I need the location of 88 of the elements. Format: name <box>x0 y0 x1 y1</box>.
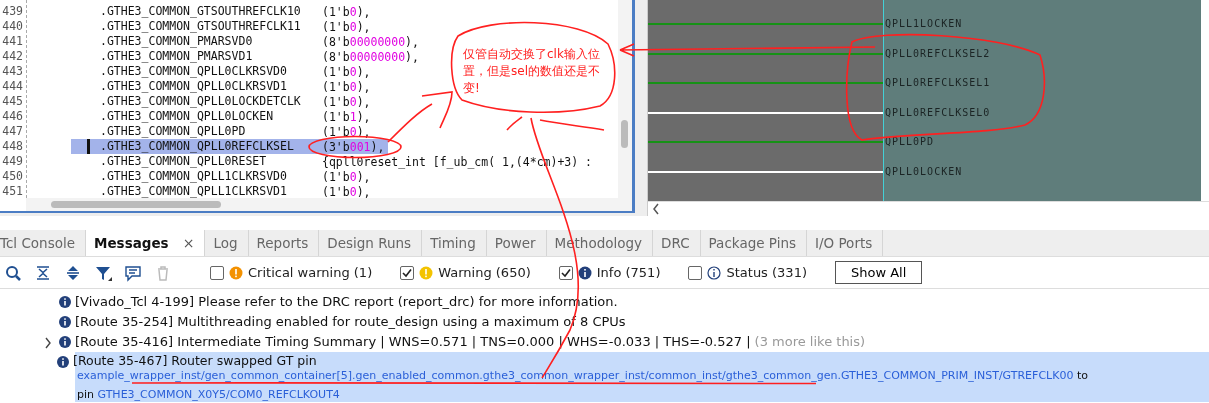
code-text: (1'b1), <box>322 110 371 123</box>
tab[interactable]: Messages × <box>86 230 206 256</box>
annotation-note: 仅管自动交换了clk输入位置，但是sel的数值还是不变! <box>463 46 601 97</box>
message-text: to <box>1076 369 1088 382</box>
line-number: 447 <box>1 124 24 139</box>
link[interactable]: GTHE3_COMMON_X0Y5/COM0_REFCLKOUT4 <box>97 388 340 401</box>
code-text: .GTHE3_COMMON_GTSOUTHREFCLK10 <box>99 4 302 19</box>
tab[interactable]: Reports <box>248 230 320 256</box>
show-all-button[interactable]: Show All <box>835 261 923 284</box>
message-text: (3 more like this) <box>754 334 866 349</box>
scrollbar[interactable] <box>1201 0 1209 201</box>
code-text: .GTHE3_COMMON_QPLL0PD <box>99 124 247 139</box>
line-number: 442 <box>1 49 24 64</box>
line-number: 446 <box>1 109 24 124</box>
code-text: (1'b0), <box>322 185 371 198</box>
code-text: (1'b0), <box>322 95 371 108</box>
checkbox[interactable] <box>400 265 415 280</box>
annotation-stroke <box>387 91 453 143</box>
expand-caret-icon[interactable] <box>44 337 52 349</box>
tab[interactable]: Package Pins <box>700 230 807 256</box>
filter-label: Status (331) <box>726 265 807 280</box>
tab[interactable]: I/O Ports <box>807 230 884 256</box>
code-text: .GTHE3_COMMON_QPLL0LOCKEN <box>99 109 275 124</box>
code-text: .GTHE3_COMMON_PMARSVD0 <box>99 34 254 49</box>
search-icon[interactable] <box>4 263 22 282</box>
line-number: 448 <box>1 139 24 154</box>
collapse-all-icon[interactable] <box>34 263 52 282</box>
info-outline-icon <box>707 265 722 280</box>
line-number: 451 <box>1 184 24 198</box>
pin-label: QPLL0PD <box>884 135 935 149</box>
link[interactable]: example_wrapper_inst/gen_common_container[5].gen_enabled_common.gthe3_common_wrapper_inst/common_inst/gthe3_common_gen.GTHE3_COMMON_PRIM_INST/GTREFCLK00 <box>77 369 1074 382</box>
tab[interactable]: Design Runs <box>319 230 423 256</box>
code-text: (1'b0), <box>322 20 371 33</box>
line-number: 439 <box>1 4 24 19</box>
message-text: pin <box>77 388 94 401</box>
line-number: 444 <box>1 79 24 94</box>
code-text: .GTHE3_COMMON_QPLL0CLKRSVD1 <box>99 79 288 94</box>
tab[interactable]: DRC <box>653 230 701 256</box>
filter-label: Critical warning (1) <box>248 265 373 280</box>
pin-label: QPLL0REFCLKSEL0 <box>884 105 991 120</box>
critical-warning-icon <box>229 265 243 280</box>
info-icon <box>577 265 592 280</box>
code-text: .GTHE3_COMMON_QPLL0REFCLKSEL <box>87 139 322 154</box>
code-text: .GTHE3_COMMON_GTSOUTHREFCLK11 <box>99 19 302 34</box>
pin-label: QPLL0LOCKEN <box>884 164 963 179</box>
tab[interactable]: Power <box>486 230 547 256</box>
expand-all-icon[interactable] <box>64 263 82 282</box>
code-text: (8'b00000000), <box>322 50 419 63</box>
code-text: .GTHE3_COMMON_QPLL0LOCKDETCLK <box>99 94 302 109</box>
line-number: 441 <box>1 34 24 49</box>
code-text: .GTHE3_COMMON_QPLL0RESET <box>99 154 268 169</box>
line-number: 450 <box>1 169 24 184</box>
code-text: .GTHE3_COMMON_QPLL1CLKRSVD1 <box>99 184 288 198</box>
code-text: .GTHE3_COMMON_QPLL1CLKRSVD0 <box>99 169 288 184</box>
info-icon <box>59 296 71 308</box>
code-text: .GTHE3_COMMON_QPLL0CLKRSVD0 <box>99 64 288 79</box>
code-text: (1'b0), <box>322 5 371 18</box>
checkbox[interactable] <box>688 265 703 280</box>
warning-icon <box>419 265 434 280</box>
comment-icon[interactable] <box>124 263 142 282</box>
line-number: 445 <box>1 94 24 109</box>
scroll-left-icon <box>652 203 660 215</box>
info-icon <box>59 336 71 348</box>
code-text: (3'b001), <box>322 140 386 153</box>
tab[interactable]: Timing <box>422 230 487 256</box>
code-text: (1'b0), <box>322 65 371 78</box>
code-text: (1'b0), <box>322 80 371 93</box>
close-icon[interactable]: × <box>182 235 195 251</box>
checkbox[interactable] <box>558 265 573 280</box>
tab[interactable]: Log <box>205 230 249 256</box>
line-number: 443 <box>1 64 24 79</box>
line-number: 449 <box>1 154 24 169</box>
message-text: [Route 35-467] Router swapped GT pin <box>73 353 317 368</box>
code-text: (8'b00000000), <box>322 35 419 48</box>
pin-label: QPLL1LOCKEN <box>884 17 963 31</box>
info-icon <box>59 316 71 328</box>
filter-label: Warning (650) <box>438 265 531 280</box>
code-text: (1'b0), <box>322 170 371 183</box>
line-number: 440 <box>1 19 24 34</box>
code-text: .GTHE3_COMMON_PMARSVD1 <box>99 49 254 64</box>
pin-label: QPLL0REFCLKSEL2 <box>884 46 991 61</box>
info-icon <box>57 356 69 368</box>
scrollbar[interactable] <box>26 198 632 211</box>
checkbox[interactable] <box>210 265 224 280</box>
filter-label: Info (751) <box>596 265 661 280</box>
scrollbar[interactable] <box>648 201 1209 216</box>
pin-label: QPLL0REFCLKSEL1 <box>884 76 991 90</box>
scrollbar[interactable] <box>618 0 632 198</box>
